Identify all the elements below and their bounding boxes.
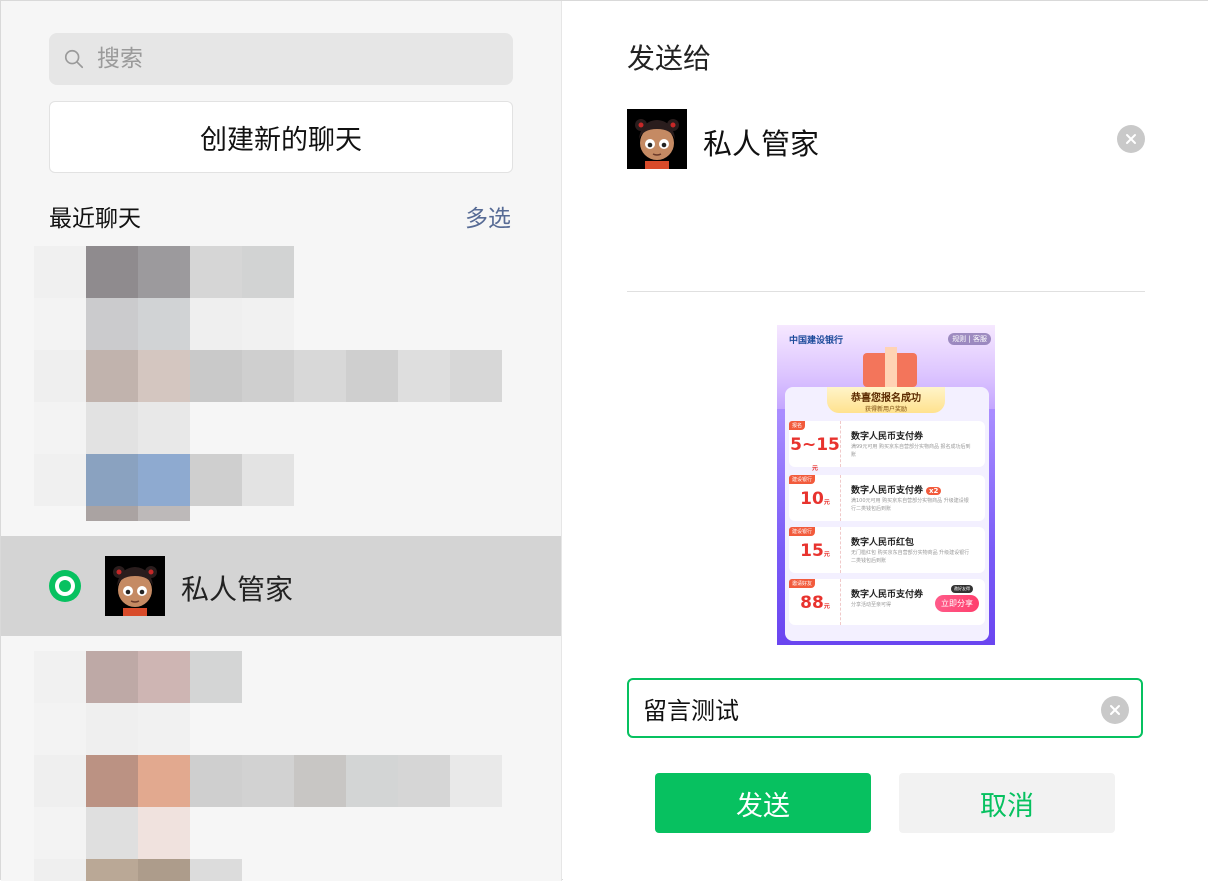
coupon-card: 建设银行 15元 数字人民币红包 无门槛红包 购买京东自营部分实物商品 升级建设… — [789, 527, 985, 573]
contact-row-selected[interactable]: 私人管家 — [1, 536, 561, 636]
message-input[interactable] — [643, 694, 1083, 722]
coupon-title: 数字人民币支付券 — [851, 587, 923, 600]
recipient-avatar — [627, 109, 687, 169]
coupon-amount: 88元 — [789, 593, 841, 613]
send-pane: 发送给 私人管家 中国建设银行 规则 | 客服 恭喜您报名成功 获得新用户奖励 … — [563, 1, 1208, 881]
contact-name: 私人管家 — [181, 573, 294, 606]
coupon-amount-value: 88 — [800, 593, 824, 613]
coupon-desc: 满99元可用 购买京东自营部分实物商品 报名成功后到账 — [851, 444, 971, 458]
coupon-amount: 15元 — [789, 541, 841, 561]
coupon-title-text: 数字人民币红包 — [851, 538, 915, 548]
search-input[interactable] — [97, 46, 497, 72]
message-box[interactable] — [627, 678, 1143, 738]
remove-recipient-button[interactable] — [1117, 125, 1145, 153]
multi-select-link[interactable]: 多选 — [465, 199, 511, 233]
coupon-amount-value: 10 — [800, 489, 824, 509]
coupon-unit: 元 — [811, 465, 818, 472]
coupon-amount-value: 5~15 — [790, 435, 840, 455]
coupon-tag: 建设银行 — [789, 475, 816, 484]
coupon-title-text: 数字人民币支付券 — [851, 432, 924, 442]
create-new-chat-button[interactable]: 创建新的聊天 — [49, 101, 513, 173]
coupon-card: 报名 5~15 元 数字人民币支付券 满99元可用 购买京东自营部分实物商品 报名… — [789, 421, 985, 472]
clear-message-button[interactable] — [1101, 696, 1129, 724]
contact-picker-pane: 创建新的聊天 最近聊天 多选 — [1, 1, 562, 881]
share-tag: 邀好友得 — [951, 585, 973, 593]
coupon-tag: 报名 — [789, 421, 806, 430]
share-dialog: 创建新的聊天 最近聊天 多选 — [0, 0, 1208, 881]
coupon-title-text: 数字人民币支付券 — [851, 486, 924, 496]
coupon-amount-area: 建设银行 15元 — [789, 527, 841, 573]
coupon-card: 建设银行 10元 数字人民币支付券 x2 满100元可用 购买京东自营部分实物商品… — [789, 475, 985, 521]
coupon-desc: 无门槛红包 购买京东自营部分实物商品 升级建设银行二类钱包后到账 — [851, 550, 970, 564]
selected-radio[interactable] — [49, 570, 81, 602]
coupon-badge: x2 — [926, 487, 942, 495]
bank-logo: 中国建设银行 — [789, 336, 844, 346]
redacted-chat-list-top — [1, 246, 561, 521]
shared-content-preview: 中国建设银行 规则 | 客服 恭喜您报名成功 获得新用户奖励 报名 5~15 元 … — [777, 325, 995, 645]
recipient-name: 私人管家 — [703, 127, 820, 161]
send-button[interactable]: 发送 — [655, 773, 871, 833]
send-to-title: 发送给 — [627, 42, 712, 75]
gift-ribbon — [885, 347, 897, 391]
coupon-tag: 邀请好友 — [789, 579, 816, 588]
coupon-unit: 元 — [823, 499, 830, 506]
coupon-desc: 满100元可用 购买京东自营部分实物商品 升级建设银行二类钱包后到账 — [851, 498, 969, 512]
search-box[interactable] — [49, 33, 513, 85]
divider — [627, 291, 1145, 292]
coupon-title: 数字人民币红包 — [851, 535, 914, 548]
cancel-button[interactable]: 取消 — [899, 773, 1115, 833]
coupon-amount-value: 15 — [800, 541, 824, 561]
recent-chats-heading: 最近聊天 — [49, 206, 141, 232]
coupon-unit: 元 — [823, 551, 830, 558]
coupon-amount-area: 建设银行 10元 — [789, 475, 841, 521]
coupon-title: 数字人民币支付券 x2 — [851, 483, 942, 496]
banner-title: 恭喜您报名成功 — [851, 393, 921, 404]
search-icon — [64, 49, 84, 69]
coupon-amount: 5~15 元 — [789, 435, 841, 475]
avatar — [105, 556, 165, 616]
banner-subtitle: 获得新用户奖励 — [864, 406, 907, 413]
coupon-amount-area: 邀请好友 88元 — [789, 579, 841, 625]
coupon-title: 数字人民币支付券 — [851, 429, 923, 442]
coupon-amount: 10元 — [789, 489, 841, 509]
coupon-tag: 建设银行 — [789, 527, 816, 536]
coupon-amount-area: 报名 5~15 元 — [789, 421, 841, 472]
coupon-title-text: 数字人民币支付券 — [851, 590, 924, 600]
success-banner: 恭喜您报名成功 获得新用户奖励 — [827, 387, 945, 413]
redacted-chat-list-bottom — [1, 651, 561, 881]
preview-top-links: 规则 | 客服 — [948, 333, 991, 345]
close-icon — [1126, 134, 1136, 144]
close-icon — [1110, 705, 1120, 715]
share-now-button: 立即分享 — [935, 595, 979, 612]
coupon-unit: 元 — [823, 603, 830, 610]
coupon-card: 邀请好友 88元 数字人民币支付券 分享活动至亲可得 邀好友得 立即分享 — [789, 579, 985, 625]
